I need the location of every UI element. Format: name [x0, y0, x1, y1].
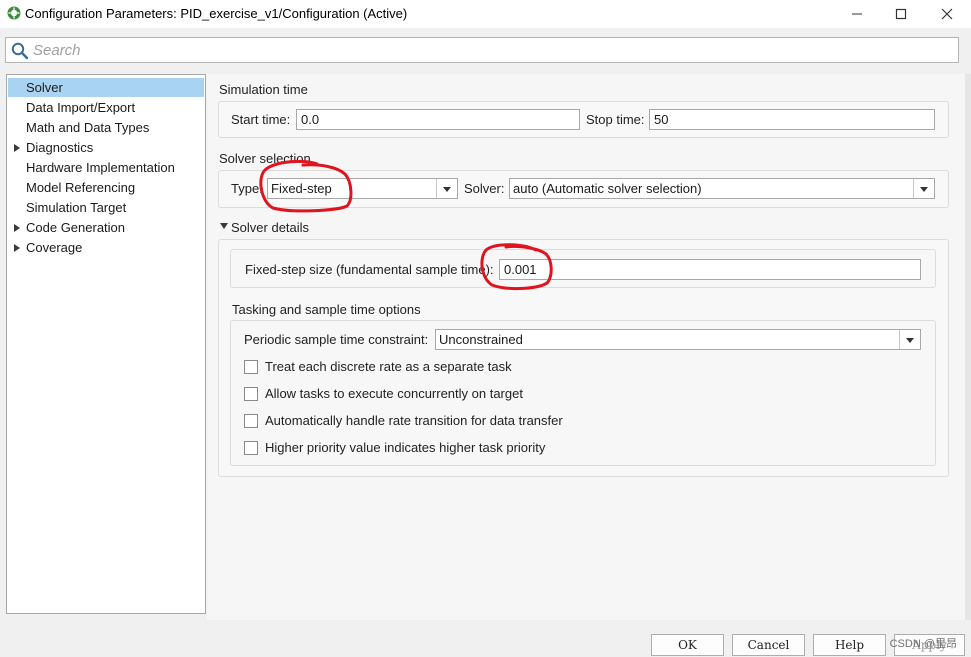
- tree-item-math-and-data-types[interactable]: Math and Data Types: [8, 118, 204, 137]
- section-title-tasking: Tasking and sample time options: [232, 302, 421, 317]
- tree-item-data-import-export[interactable]: Data Import/Export: [8, 98, 204, 117]
- checkbox-row[interactable]: Treat each discrete rate as a separate t…: [244, 359, 744, 377]
- start-time-label: Start time:: [231, 112, 291, 127]
- tree-item-label: Coverage: [26, 240, 83, 255]
- solver-type-dropdown[interactable]: Fixed-step: [267, 178, 458, 199]
- expand-arrow-icon[interactable]: [14, 144, 20, 152]
- category-tree: Solver Data Import/Export Math and Data …: [6, 74, 206, 614]
- checkbox-label: Treat each discrete rate as a separate t…: [265, 359, 512, 374]
- tree-item-label: Diagnostics: [26, 140, 94, 155]
- section-title-simulation-time: Simulation time: [219, 82, 308, 97]
- checkbox-label: Allow tasks to execute concurrently on t…: [265, 386, 523, 401]
- maximize-icon: [895, 8, 907, 20]
- tree-item-label: Data Import/Export: [26, 100, 136, 115]
- start-time-field[interactable]: 0.0: [296, 109, 580, 130]
- tree-item-coverage[interactable]: Coverage: [8, 238, 204, 257]
- fixed-step-size-field[interactable]: 0.001: [499, 259, 921, 280]
- watermark: CSDN @里昂: [889, 638, 957, 650]
- expand-arrow-icon[interactable]: [14, 224, 20, 232]
- tree-item-label: Math and Data Types: [26, 120, 150, 135]
- checkbox-treat-separate-task[interactable]: [244, 360, 258, 374]
- solver-value: auto (Automatic solver selection): [513, 181, 702, 196]
- tree-item-label: Model Referencing: [26, 180, 136, 195]
- simulink-app-icon: [6, 5, 22, 21]
- help-button[interactable]: Help: [813, 634, 886, 656]
- expand-arrow-icon[interactable]: [14, 244, 20, 252]
- tree-item-model-referencing[interactable]: Model Referencing: [8, 178, 204, 197]
- solver-dropdown[interactable]: auto (Automatic solver selection): [509, 178, 935, 199]
- checkbox-label: Higher priority value indicates higher t…: [265, 440, 546, 455]
- tree-item-diagnostics[interactable]: Diagnostics: [8, 138, 204, 157]
- solver-label: Solver:: [464, 181, 505, 196]
- ok-button[interactable]: OK: [651, 634, 724, 656]
- search-box[interactable]: [5, 37, 959, 63]
- checkbox-label: Automatically handle rate transition for…: [265, 413, 563, 428]
- stop-time-field[interactable]: 50: [649, 109, 935, 130]
- tree-item-label: Simulation Target: [26, 200, 127, 215]
- checkbox-row[interactable]: Higher priority value indicates higher t…: [244, 440, 744, 458]
- periodic-constraint-label: Periodic sample time constraint:: [244, 332, 429, 347]
- periodic-constraint-value: Unconstrained: [439, 332, 523, 347]
- section-title-solver-details[interactable]: Solver details: [231, 220, 309, 235]
- close-button[interactable]: [924, 0, 970, 28]
- chevron-down-icon[interactable]: [436, 179, 457, 198]
- solver-type-label: Type:: [231, 181, 263, 196]
- section-title-solver-selection: Solver selection: [219, 151, 311, 166]
- solver-type-value: Fixed-step: [271, 181, 332, 196]
- checkbox-row[interactable]: Allow tasks to execute concurrently on t…: [244, 386, 744, 404]
- tree-item-hardware-implementation[interactable]: Hardware Implementation: [8, 158, 204, 177]
- scrollbar[interactable]: [965, 74, 971, 620]
- tree-item-simulation-target[interactable]: Simulation Target: [8, 198, 204, 217]
- checkbox-row[interactable]: Automatically handle rate transition for…: [244, 413, 744, 431]
- search-icon: [11, 42, 29, 60]
- window-title: Configuration Parameters: PID_exercise_v…: [25, 6, 408, 21]
- chevron-down-icon[interactable]: [913, 179, 934, 198]
- collapse-arrow-icon[interactable]: [220, 223, 228, 229]
- checkbox-concurrent-tasks[interactable]: [244, 387, 258, 401]
- checkbox-higher-priority[interactable]: [244, 441, 258, 455]
- tree-item-solver[interactable]: Solver: [8, 78, 204, 97]
- search-input[interactable]: [33, 40, 933, 60]
- cancel-button[interactable]: Cancel: [732, 634, 805, 656]
- stop-time-label: Stop time:: [586, 112, 645, 127]
- tree-item-label: Solver: [26, 80, 63, 95]
- fixed-step-size-label: Fixed-step size (fundamental sample time…: [245, 262, 494, 277]
- tree-item-label: Hardware Implementation: [26, 160, 175, 175]
- minimize-icon: [852, 13, 862, 15]
- title-bar: Configuration Parameters: PID_exercise_v…: [0, 0, 971, 28]
- chevron-down-icon[interactable]: [899, 330, 920, 349]
- tree-item-code-generation[interactable]: Code Generation: [8, 218, 204, 237]
- close-icon: [941, 8, 953, 20]
- minimize-button[interactable]: [834, 0, 880, 28]
- maximize-button[interactable]: [878, 0, 924, 28]
- periodic-constraint-dropdown[interactable]: Unconstrained: [435, 329, 921, 350]
- checkbox-rate-transition[interactable]: [244, 414, 258, 428]
- tree-item-label: Code Generation: [26, 220, 126, 235]
